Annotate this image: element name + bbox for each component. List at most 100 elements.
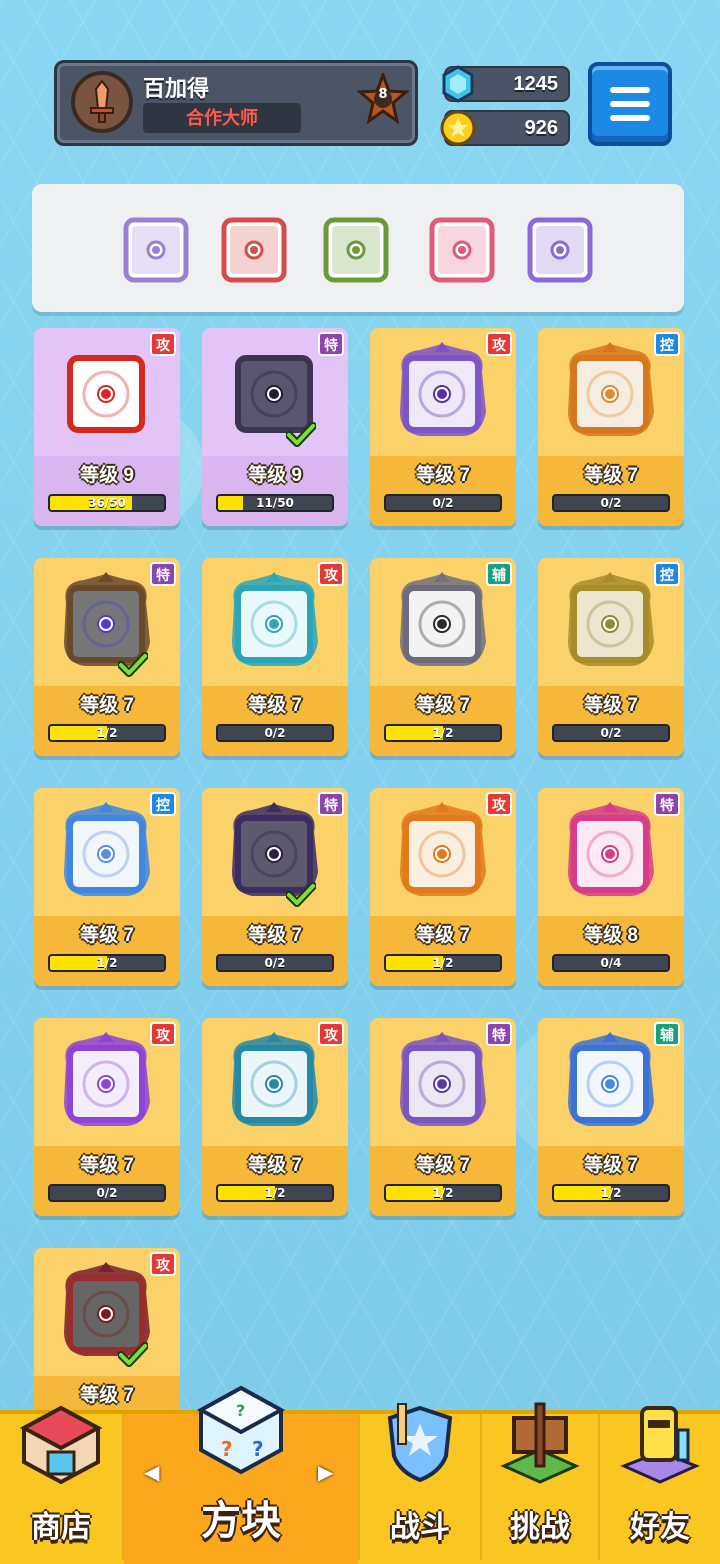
card-level: 等级 7	[584, 695, 638, 716]
menu-line	[610, 87, 650, 93]
block-card[interactable]: 特等级 8 0/4	[538, 788, 684, 986]
type-badge: 攻	[150, 1252, 176, 1276]
nav-blocks-label: 方块	[201, 1499, 281, 1543]
type-badge: 攻	[150, 1022, 176, 1046]
block-art-icon	[67, 355, 145, 433]
nav-challenge-label: 挑战	[510, 1511, 570, 1544]
progress-text: 36/50	[88, 496, 126, 510]
progress-bar: 36/50	[48, 494, 166, 512]
shield-sword-icon	[387, 1403, 453, 1483]
block-art-icon	[400, 342, 486, 436]
block-card[interactable]: 辅等级 7 1/2	[370, 558, 516, 756]
type-badge: 控	[654, 332, 680, 356]
deck-panel	[32, 184, 684, 312]
progress-bar: 0/4	[552, 954, 670, 972]
nav-divider	[358, 1414, 360, 1560]
nav-left-arrow-icon[interactable]: ◀	[144, 1460, 159, 1484]
progress-text: 1/2	[96, 956, 118, 970]
progress-text: 0/2	[264, 956, 286, 970]
block-card[interactable]: 辅等级 7 1/2	[538, 1018, 684, 1216]
progress-bar: 1/2	[48, 954, 166, 972]
menu-button[interactable]	[588, 62, 672, 146]
block-art-icon	[64, 1032, 150, 1126]
progress-text: 1/2	[600, 1186, 622, 1200]
shop-icon	[19, 1405, 103, 1485]
type-badge: 辅	[654, 1022, 680, 1046]
card-level: 等级 7	[584, 465, 638, 486]
progress-bar: 0/2	[552, 724, 670, 742]
gem-icon	[442, 65, 474, 103]
card-level: 等级 7	[416, 1155, 470, 1176]
progress-text: 1/2	[432, 956, 454, 970]
nav-battle[interactable]: 战斗	[360, 1403, 480, 1564]
coin-count: 926	[524, 117, 558, 139]
deck-slot[interactable]	[428, 214, 496, 284]
block-art-icon	[64, 802, 150, 896]
block-card[interactable]: 特等级 9 11/50	[202, 328, 348, 526]
progress-bar: 0/2	[216, 724, 334, 742]
nav-shop[interactable]: 商店	[0, 1405, 122, 1564]
card-level: 等级 7	[416, 465, 470, 486]
rank-badge[interactable]: 8	[356, 70, 410, 125]
deck-slot[interactable]	[526, 214, 594, 284]
mystery-cube-icon: ? ? ?	[196, 1385, 286, 1475]
progress-bar: 1/2	[216, 1184, 334, 1202]
block-card[interactable]: 控等级 7 0/2	[538, 328, 684, 526]
nav-divider	[122, 1414, 124, 1560]
block-card[interactable]: 控等级 7 1/2	[34, 788, 180, 986]
type-badge: 特	[150, 562, 176, 586]
progress-text: 0/2	[432, 496, 454, 510]
block-card[interactable]: 特等级 7 1/2	[370, 1018, 516, 1216]
nav-divider	[598, 1414, 600, 1560]
block-card[interactable]: 攻等级 7 0/2	[370, 328, 516, 526]
type-badge: 攻	[486, 792, 512, 816]
vortex-block-icon	[221, 217, 287, 283]
type-badge: 特	[654, 792, 680, 816]
card-level: 等级 7	[248, 695, 302, 716]
equipped-check-icon	[118, 652, 148, 677]
nav-challenge[interactable]: 挑战	[482, 1402, 598, 1564]
type-badge: 攻	[318, 1022, 344, 1046]
block-card[interactable]: 特等级 7 1/2	[34, 558, 180, 756]
nav-blocks[interactable]: ? ? ? 方块	[124, 1385, 358, 1564]
gem-counter[interactable]: 1245	[442, 65, 570, 103]
type-badge: 控	[654, 562, 680, 586]
card-level: 等级 8	[584, 925, 638, 946]
card-level: 等级 7	[248, 1155, 302, 1176]
type-badge: 特	[318, 332, 344, 356]
deck-slot[interactable]	[122, 214, 190, 284]
block-card[interactable]: 攻等级 9 36/50	[34, 328, 180, 526]
gem-count: 1245	[513, 73, 559, 95]
nav-friends-label: 好友	[630, 1511, 690, 1544]
progress-bar: 0/2	[48, 1184, 166, 1202]
nav-right-arrow-icon[interactable]: ▶	[318, 1460, 333, 1484]
block-card[interactable]: 攻等级 7 0/2	[202, 558, 348, 756]
card-level: 等级 7	[584, 1155, 638, 1176]
player-name: 百加得	[143, 76, 210, 101]
type-badge: 辅	[486, 562, 512, 586]
block-card[interactable]: 攻等级 7 1/2	[370, 788, 516, 986]
rank-number: 8	[378, 87, 388, 102]
block-card[interactable]: 特等级 7 0/2	[202, 788, 348, 986]
nav-friends[interactable]: 好友	[600, 1406, 720, 1564]
deck-slot[interactable]	[220, 214, 288, 284]
avatar[interactable]	[71, 71, 133, 133]
progress-bar: 1/2	[552, 1184, 670, 1202]
deck-slot[interactable]	[322, 214, 390, 284]
card-level: 等级 7	[248, 925, 302, 946]
block-card[interactable]: 控等级 7 0/2	[538, 558, 684, 756]
profile-panel[interactable]: 百加得 合作大师 8	[54, 60, 418, 146]
progress-bar: 1/2	[48, 724, 166, 742]
svg-text:?: ?	[221, 1437, 233, 1461]
progress-text: 0/2	[264, 726, 286, 740]
block-art-icon	[232, 1032, 318, 1126]
coin-counter[interactable]: 926	[440, 110, 570, 146]
progress-bar: 0/2	[552, 494, 670, 512]
progress-bar: 1/2	[384, 724, 502, 742]
player-title: 合作大师	[143, 103, 301, 133]
block-card[interactable]: 攻等级 7 1/2	[202, 1018, 348, 1216]
block-card[interactable]: 攻等级 7 0/2	[34, 1018, 180, 1216]
block-art-icon	[568, 572, 654, 666]
infinity-block-icon	[323, 217, 389, 283]
progress-text: 11/50	[256, 496, 294, 510]
